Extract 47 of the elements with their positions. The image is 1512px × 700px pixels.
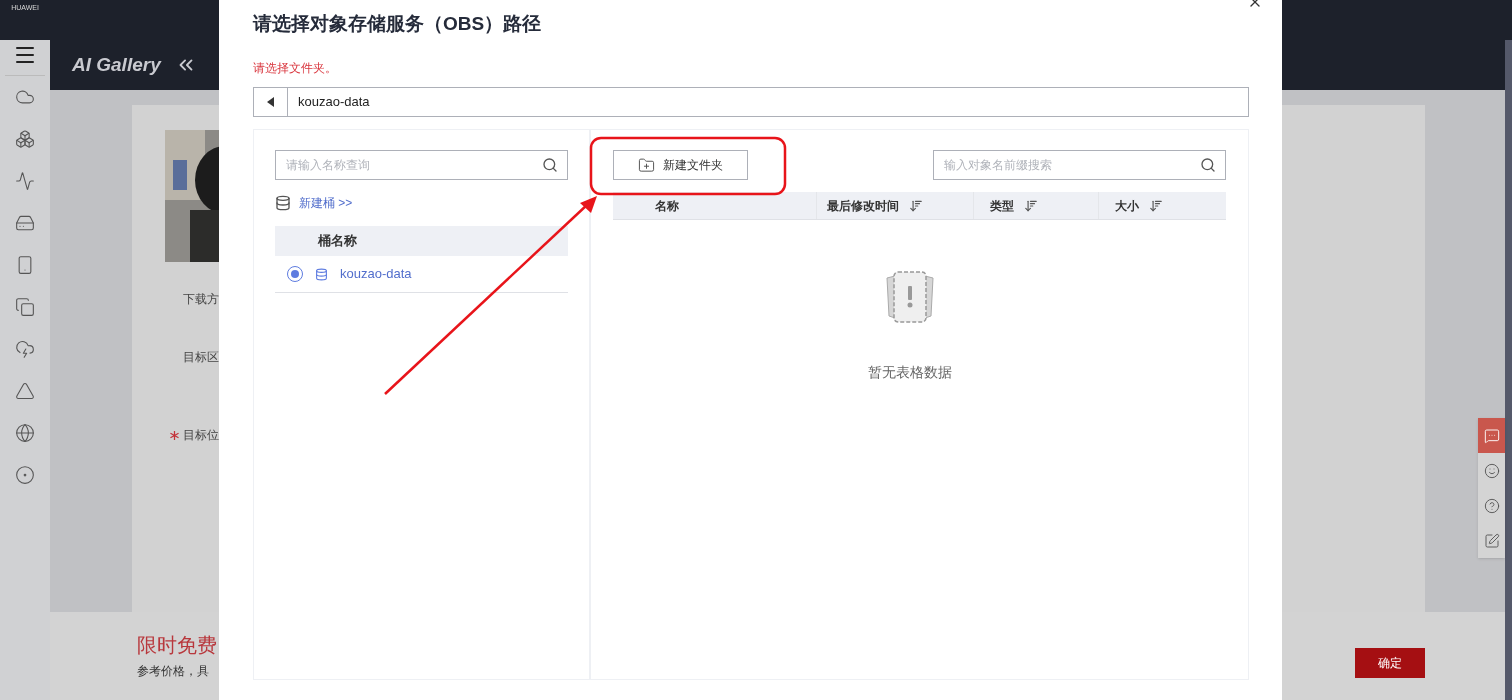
cloud-bolt-icon[interactable] [15,339,35,359]
search-icon[interactable] [542,157,558,173]
confirm-button[interactable]: 确定 [1355,648,1425,678]
sort-icon[interactable] [1024,198,1038,213]
new-folder-button[interactable]: 新建文件夹 [613,150,748,180]
left-triangle-icon [266,97,275,107]
help-icon [1483,497,1500,514]
column-header: 大小 [1115,197,1139,215]
sort-icon[interactable] [909,198,923,213]
pyramid-icon[interactable] [15,381,35,401]
chat-icon [1483,427,1500,444]
help-panel-item[interactable] [1478,453,1505,488]
bucket-search-field[interactable]: 请输入名称查询 [275,150,568,180]
object-search-field[interactable]: 输入对象名前缀搜索 [933,150,1226,180]
drive-icon[interactable] [15,213,35,233]
app-title: AI Gallery [72,52,161,77]
bucket-icon [315,267,328,281]
field-label: 下载方 [183,291,219,308]
column-header: 名称 [655,197,679,215]
scrollbar[interactable] [1505,40,1512,700]
hint-text: 请选择文件夹。 [253,62,338,74]
column-header: 最后修改时间 [827,197,899,215]
sort-icon[interactable] [1149,198,1163,213]
circle-icon[interactable] [15,465,35,485]
bucket-row[interactable]: kouzao-data [275,256,568,293]
smiley-icon [1483,462,1500,479]
boxes-icon[interactable] [15,129,35,149]
globe-icon[interactable] [15,423,35,443]
dialog-title: 请选择对象存储服务（OBS）路径 [253,13,542,34]
column-header: 桶名称 [318,232,357,251]
path-text: kouzao-data [297,93,370,112]
wave-icon[interactable] [15,171,35,191]
copy-icon[interactable] [15,297,35,317]
bucket-add-icon [275,195,291,211]
search-icon[interactable] [1200,157,1216,173]
create-bucket-link[interactable]: 新建桶 >> [299,194,353,212]
empty-text: 暂无表格数据 [867,363,952,382]
field-label: 目标位 [183,427,219,444]
folder-add-icon [638,156,655,174]
help-panel-item[interactable] [1478,418,1505,453]
help-panel-item[interactable] [1478,523,1505,558]
column-header: 类型 [990,197,1014,215]
promo-note: 参考价格，具 [137,665,210,677]
promo-title: 限时免费 [137,635,218,655]
field-label: 目标区 [183,349,219,366]
edit-icon [1483,532,1500,549]
bucket-name: kouzao-data [340,265,412,284]
